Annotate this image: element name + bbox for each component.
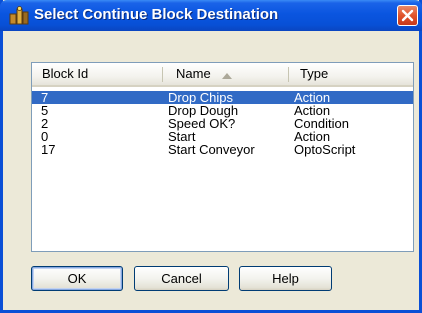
column-header-label: Name [176, 66, 211, 81]
list-rows: 7 Drop Chips Action 5 Drop Dough Action … [32, 91, 413, 156]
column-header-block-id[interactable]: Block Id [32, 63, 162, 85]
title-bar[interactable]: Select Continue Block Destination [0, 0, 422, 31]
column-header-type[interactable]: Type [288, 63, 413, 85]
column-header-label: Type [300, 66, 329, 81]
help-button[interactable]: Help [239, 266, 332, 291]
window-title: Select Continue Block Destination [34, 6, 279, 23]
column-header-label: Block Id [42, 66, 89, 81]
close-button[interactable] [397, 5, 418, 26]
column-header-name[interactable]: Name [162, 63, 288, 85]
block-list[interactable]: Block Id Name Type 7 Drop Chips Action 5 [31, 62, 414, 252]
list-row[interactable]: 2 Speed OK? Condition [32, 117, 413, 130]
sort-ascending-icon [222, 64, 233, 86]
row-block-id: 17 [41, 142, 56, 157]
dialog-window: Select Continue Block Destination Block … [0, 0, 422, 313]
cancel-button[interactable]: Cancel [134, 266, 229, 291]
row-type: OptoScript [294, 142, 356, 157]
ok-button[interactable]: OK [31, 266, 123, 291]
list-header: Block Id Name Type [32, 63, 413, 87]
close-icon [401, 9, 414, 22]
flowchart-app-icon [9, 6, 29, 26]
list-row[interactable]: 17 Start Conveyor OptoScript [32, 143, 413, 156]
row-name: Start Conveyor [168, 142, 255, 157]
